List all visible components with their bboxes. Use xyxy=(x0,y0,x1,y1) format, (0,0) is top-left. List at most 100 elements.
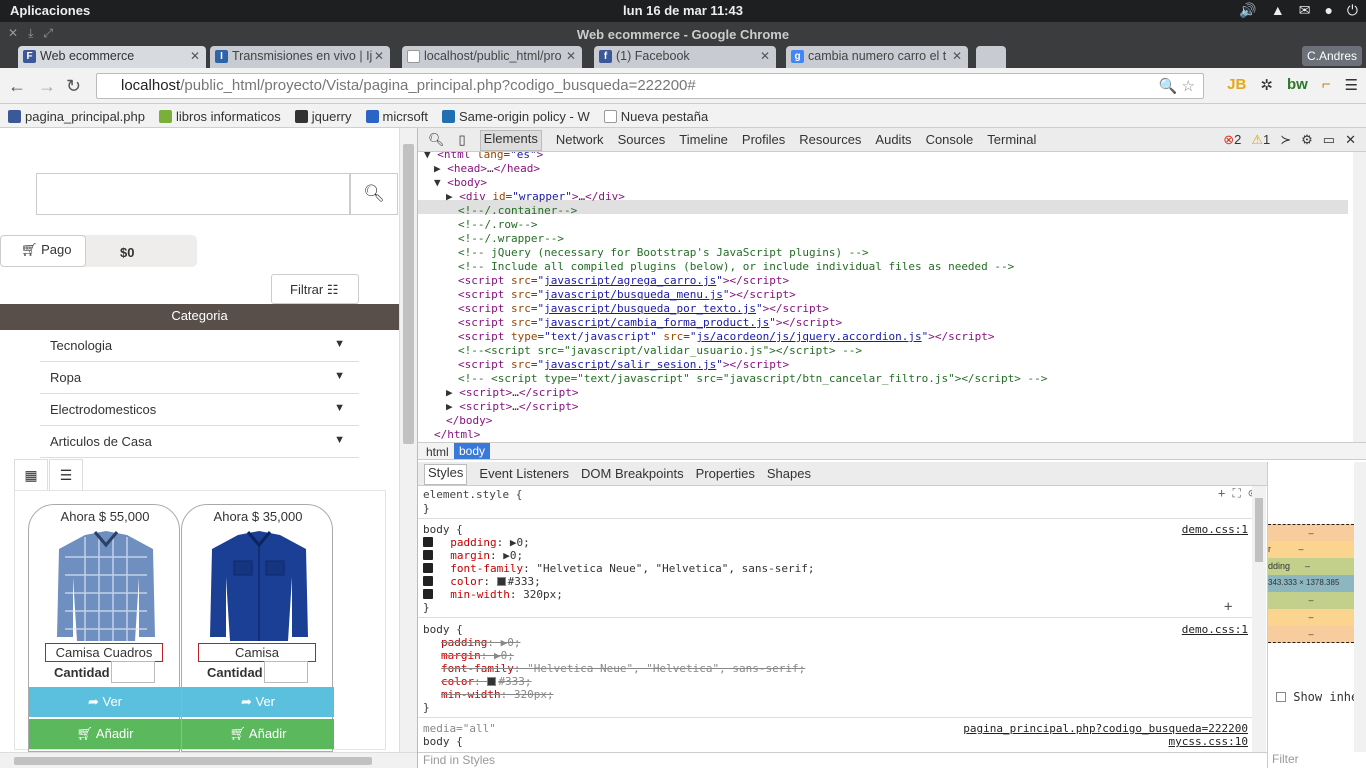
checkbox[interactable] xyxy=(423,563,433,573)
profile-button[interactable]: C.Andres xyxy=(1302,46,1362,66)
dom-tree[interactable]: ▼ <html lang="es"> ▶ <head>…</head> ▼ <b… xyxy=(418,152,1348,442)
dom-node[interactable]: <!-- jQuery (necessary for Bootstrap's J… xyxy=(458,246,869,260)
checkbox[interactable] xyxy=(423,537,433,547)
tab-facebook[interactable]: f (1) Facebook ✕ xyxy=(594,46,776,68)
dom-node[interactable]: <!-- Include all compiled plugins (below… xyxy=(458,260,1014,274)
dom-node[interactable]: ▶ <script>…</script> xyxy=(446,400,578,414)
forward-icon[interactable]: → xyxy=(38,76,56,97)
new-style-rule-icon[interactable]: + ⛶ ⊙ xyxy=(1218,486,1252,500)
bookmark-libros[interactable]: libros informaticos xyxy=(158,105,281,127)
back-icon[interactable]: ← xyxy=(8,76,26,97)
dom-node[interactable]: <script src="javascript/busqueda_menu.js… xyxy=(458,288,796,302)
close-tab-icon[interactable]: ✕ xyxy=(952,49,962,63)
tab-elements[interactable]: Elements xyxy=(479,130,542,151)
category-articulos-casa[interactable]: Articulos de Casa ▼ xyxy=(40,426,359,458)
box-model-scrollbar[interactable] xyxy=(1354,462,1366,752)
tab-styles[interactable]: Styles xyxy=(424,464,468,485)
dom-node[interactable]: <script type="text/javascript" src="js/a… xyxy=(458,330,994,344)
dom-node[interactable]: </body> xyxy=(446,414,492,428)
tab-properties[interactable]: Properties xyxy=(696,466,755,485)
close-tab-icon[interactable]: ✕ xyxy=(374,49,384,63)
tab-localhost[interactable]: localhost/public_html/pro ✕ xyxy=(402,46,582,68)
find-in-styles-input[interactable]: Find in Styles xyxy=(418,752,1267,768)
grid-view-button[interactable]: ▦ xyxy=(14,459,48,491)
category-ropa[interactable]: Ropa ▼ xyxy=(40,362,359,394)
tab-dom-breakpoints[interactable]: DOM Breakpoints xyxy=(581,466,684,485)
scrollbar-thumb[interactable] xyxy=(14,757,372,765)
dom-node[interactable]: <!--/.wrapper--> xyxy=(458,232,564,246)
bookmark-star-icon[interactable]: 🔍 ☆ xyxy=(1159,77,1195,95)
product-image[interactable] xyxy=(55,527,157,643)
tab-network[interactable]: Network xyxy=(556,132,604,151)
user-icon[interactable]: ● xyxy=(1324,2,1332,19)
close-tab-icon[interactable]: ✕ xyxy=(760,49,770,63)
crumb-body[interactable]: body xyxy=(454,443,491,459)
tab-web-ecommerce[interactable]: F Web ecommerce ✕ xyxy=(18,46,206,68)
tab-shapes[interactable]: Shapes xyxy=(767,466,811,485)
dom-node[interactable]: </html> xyxy=(434,428,480,442)
close-tab-icon[interactable]: ✕ xyxy=(190,49,200,63)
error-count[interactable]: ⊗2 xyxy=(1223,132,1241,148)
source-link[interactable]: demo.css:1 xyxy=(1182,623,1248,636)
style-rule[interactable]: element.style { xyxy=(423,488,522,501)
tab-transmisiones[interactable]: I Transmisiones en vivo | Ij ✕ xyxy=(210,46,390,68)
category-tecnologia[interactable]: Tecnologia ▼ xyxy=(40,330,359,362)
checkbox[interactable] xyxy=(423,589,433,599)
dom-node[interactable]: ▶ <script>…</script> xyxy=(446,386,578,400)
reload-icon[interactable]: ↻ xyxy=(66,76,81,97)
add-to-cart-button[interactable]: 🛒︎ Añadir xyxy=(182,719,334,749)
tab-resources[interactable]: Resources xyxy=(799,132,861,151)
bookmark-same-origin[interactable]: Same-origin policy - W xyxy=(442,105,590,127)
show-inherited-checkbox[interactable]: Show inhe xyxy=(1276,690,1358,704)
style-rule[interactable]: body { xyxy=(423,523,463,536)
dom-node[interactable]: <!-- <script type="text/javascript" src=… xyxy=(458,372,1047,386)
scrollbar-thumb[interactable] xyxy=(403,144,414,444)
new-tab-button[interactable] xyxy=(976,46,1006,68)
dock-icon[interactable]: ▭ xyxy=(1323,132,1335,148)
dom-tree-scrollbar[interactable] xyxy=(1353,152,1366,442)
dom-node[interactable]: <script src="javascript/busqueda_por_tex… xyxy=(458,302,829,316)
bug-extension-icon[interactable]: ✲ xyxy=(1260,76,1273,94)
source-link[interactable]: mycss.css:10 xyxy=(1169,735,1248,748)
color-swatch[interactable] xyxy=(496,577,506,586)
styles-scrollbar[interactable] xyxy=(1252,486,1266,752)
bw-extension-icon[interactable]: bw xyxy=(1287,76,1308,94)
product-image[interactable] xyxy=(208,527,310,643)
dom-node[interactable]: <script src="javascript/agrega_carro.js"… xyxy=(458,274,789,288)
category-electrodomesticos[interactable]: Electrodomesticos ▼ xyxy=(40,394,359,426)
style-rule[interactable]: body { xyxy=(423,735,463,748)
tab-terminal[interactable]: Terminal xyxy=(987,132,1036,151)
search-button[interactable]: 🔍︎ xyxy=(350,173,398,215)
inspect-icon[interactable]: 🔍︎ xyxy=(428,132,445,151)
power-icon[interactable]: ⏻ xyxy=(1347,2,1358,19)
tab-event-listeners[interactable]: Event Listeners xyxy=(479,466,569,485)
tab-console[interactable]: Console xyxy=(926,132,974,151)
ver-button[interactable]: ➦ Ver xyxy=(29,687,181,717)
add-property-icon[interactable]: + xyxy=(1224,599,1232,615)
styles-pane[interactable]: element.style { + ⛶ ⊙ } body { demo.css:… xyxy=(418,486,1252,752)
filtrar-button[interactable]: Filtrar ☷ xyxy=(271,274,359,304)
tab-sources[interactable]: Sources xyxy=(618,132,666,151)
crumb-html[interactable]: html xyxy=(426,445,449,459)
warning-count[interactable]: ⚠1 xyxy=(1251,132,1270,148)
gear-icon[interactable]: ⚙ xyxy=(1301,132,1313,148)
mail-icon[interactable]: ✉ xyxy=(1299,2,1311,19)
address-bar[interactable]: localhost/public_html/proyecto/Vista/pag… xyxy=(96,73,1204,99)
dom-node[interactable]: ▼ <body> xyxy=(434,176,487,190)
volume-icon[interactable]: 🔊 xyxy=(1239,2,1256,19)
dom-node[interactable]: <!--/.row--> xyxy=(458,218,537,232)
checkbox[interactable] xyxy=(423,576,433,586)
dom-node[interactable]: <!--<script src="javascript/validar_usua… xyxy=(458,344,862,358)
pago-button[interactable]: 🛒︎ Pago xyxy=(0,235,86,267)
device-mode-icon[interactable]: ▯ xyxy=(459,132,466,151)
source-link[interactable]: demo.css:1 xyxy=(1182,523,1248,536)
dom-node[interactable]: <script src="javascript/salir_sesion.js"… xyxy=(458,358,789,372)
page-vertical-scrollbar[interactable] xyxy=(399,128,417,752)
search-input[interactable] xyxy=(36,173,350,215)
dom-node[interactable]: ▶ <head>…</head> xyxy=(434,162,540,176)
list-view-button[interactable]: ☰ xyxy=(49,459,83,491)
page-horizontal-scrollbar[interactable] xyxy=(0,752,417,768)
source-link[interactable]: pagina_principal.php?codigo_busqueda=222… xyxy=(963,722,1248,735)
dom-node[interactable]: ▶ <div id="wrapper">…</div> xyxy=(446,190,625,204)
bookmark-nueva-pestana[interactable]: Nueva pestaña xyxy=(603,105,708,127)
